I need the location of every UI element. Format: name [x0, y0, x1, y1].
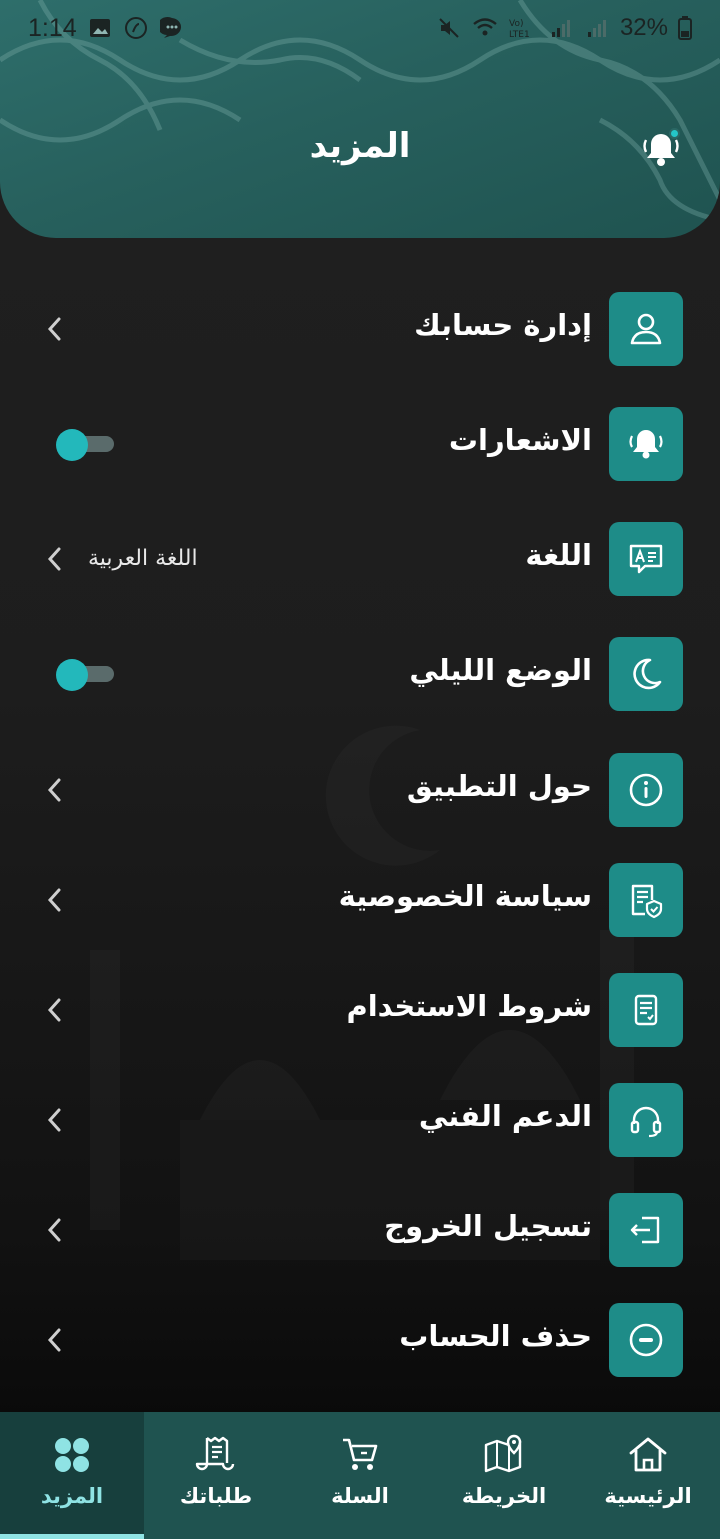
battery-icon	[678, 15, 692, 41]
chevron-left-icon	[47, 547, 61, 571]
nav-label: طلباتك	[179, 1484, 253, 1508]
nav-cart[interactable]: السلة	[288, 1412, 432, 1539]
grid-icon	[49, 1432, 95, 1478]
active-indicator	[0, 1534, 144, 1539]
moon-icon	[609, 637, 683, 711]
chevron-left-icon	[47, 888, 61, 912]
bell-icon	[609, 407, 683, 481]
document-icon	[609, 973, 683, 1047]
signal-icon	[548, 15, 574, 41]
user-icon	[609, 292, 683, 366]
info-icon	[609, 753, 683, 827]
menu-item-manage-account[interactable]: إدارة حسابك	[0, 292, 720, 366]
menu-item-terms-of-use[interactable]: شروط الاستخدام	[0, 973, 720, 1047]
privacy-icon	[609, 863, 683, 937]
minus-circle-icon	[609, 1303, 683, 1377]
language-icon	[609, 522, 683, 596]
chevron-left-icon	[47, 1218, 61, 1242]
chevron-left-icon	[47, 317, 61, 341]
page-title: المزيد	[309, 126, 411, 166]
menu-item-label: سياسة الخصوصية	[338, 879, 592, 913]
more-screen: 1:14 Vo) LTE1 32% المزيد إدارة حسابك الا…	[0, 0, 720, 1539]
menu-item-label: تسجيل الخروج	[384, 1209, 592, 1243]
status-right: Vo) LTE1 32%	[436, 14, 692, 42]
app-notification-icon	[123, 15, 149, 41]
mute-icon	[436, 15, 462, 41]
nav-orders[interactable]: طلباتك	[144, 1412, 288, 1539]
menu-item-night-mode: الوضع الليلي	[0, 637, 720, 711]
menu-item-label: حول التطبيق	[406, 769, 592, 803]
notifications-bell-button[interactable]	[640, 128, 682, 170]
home-icon	[625, 1432, 671, 1478]
map-icon	[481, 1432, 527, 1478]
menu-item-label: الدعم الفني	[418, 1099, 592, 1133]
menu-item-language[interactable]: اللغة اللغة العربية	[0, 522, 720, 596]
menu-item-label: إدارة حسابك	[414, 308, 592, 342]
menu-item-label: اللغة	[525, 538, 592, 572]
logout-icon	[609, 1193, 683, 1267]
lte-icon: Vo) LTE1	[508, 15, 538, 41]
status-time: 1:14	[28, 13, 77, 42]
signal-icon-2	[584, 15, 610, 41]
menu-item-logout[interactable]: تسجيل الخروج	[0, 1193, 720, 1267]
menu-item-label: الوضع الليلي	[409, 653, 592, 687]
menu-item-notifications: الاشعارات	[0, 407, 720, 481]
cart-icon	[337, 1432, 383, 1478]
menu-item-label: شروط الاستخدام	[346, 989, 592, 1023]
receipt-icon	[193, 1432, 239, 1478]
chevron-left-icon	[47, 1108, 61, 1132]
chevron-left-icon	[47, 778, 61, 802]
menu-item-privacy-policy[interactable]: سياسة الخصوصية	[0, 863, 720, 937]
night-mode-toggle[interactable]	[56, 659, 116, 691]
gallery-icon	[87, 15, 113, 41]
nav-more[interactable]: المزيد	[0, 1412, 144, 1539]
nav-label: السلة	[331, 1484, 389, 1508]
menu-item-technical-support[interactable]: الدعم الفني	[0, 1083, 720, 1157]
headset-icon	[609, 1083, 683, 1157]
battery-percent: 32%	[619, 14, 668, 41]
notification-dot	[669, 128, 680, 139]
notifications-toggle[interactable]	[56, 429, 116, 461]
toggle-knob	[56, 659, 88, 691]
menu-item-label: حذف الحساب	[399, 1319, 592, 1353]
current-language-value: اللغة العربية	[88, 546, 198, 571]
menu-item-label: الاشعارات	[448, 423, 592, 457]
svg-text:Vo): Vo)	[509, 19, 523, 29]
chat-icon	[159, 15, 185, 41]
nav-label: الرئيسية	[604, 1484, 692, 1508]
status-left: 1:14	[28, 14, 185, 43]
bottom-navigation: المزيد طلباتك السلة الخريطة الرئيسية	[0, 1412, 720, 1539]
header: 1:14 Vo) LTE1 32% المزيد	[0, 0, 720, 238]
toggle-knob	[56, 429, 88, 461]
nav-label: المزيد	[40, 1484, 104, 1508]
nav-label: الخريطة	[461, 1484, 547, 1508]
nav-home[interactable]: الرئيسية	[576, 1412, 720, 1539]
chevron-left-icon	[47, 1328, 61, 1352]
wifi-icon	[472, 15, 498, 41]
nav-map[interactable]: الخريطة	[432, 1412, 576, 1539]
chevron-left-icon	[47, 998, 61, 1022]
status-bar: 1:14 Vo) LTE1 32%	[0, 0, 720, 56]
svg-text:LTE1: LTE1	[509, 30, 530, 40]
menu-item-delete-account[interactable]: حذف الحساب	[0, 1303, 720, 1377]
menu-item-about-app[interactable]: حول التطبيق	[0, 753, 720, 827]
